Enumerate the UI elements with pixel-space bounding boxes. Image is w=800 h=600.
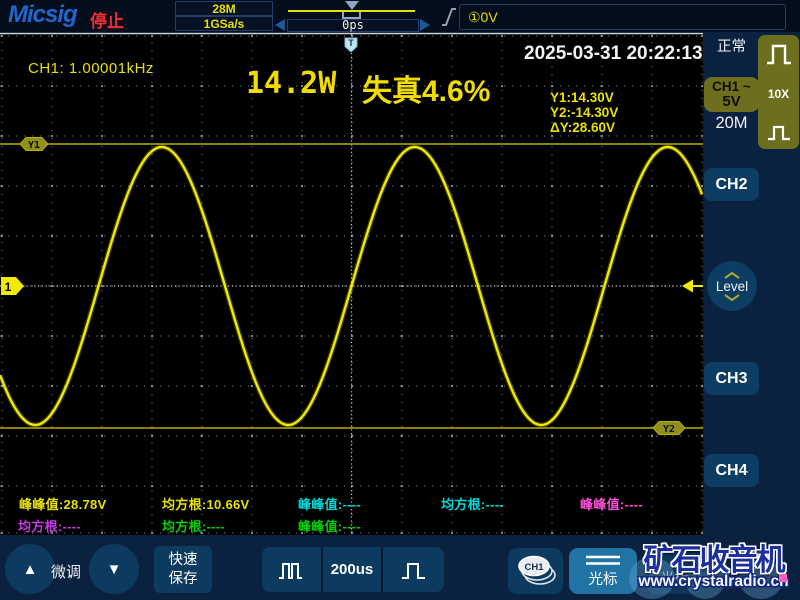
acquisition-info-box[interactable]: 28M 1GSa/s	[175, 1, 273, 31]
cursor-dy-value: ΔY:28.60V	[550, 120, 615, 135]
channel1-scale: 5V	[722, 93, 741, 110]
trigger-position-marker-icon[interactable]	[345, 1, 359, 10]
pulse-double-icon	[278, 562, 302, 579]
measurement-item: 均方根:----	[162, 519, 226, 534]
measurement-item: 峰峰值:----	[298, 519, 362, 534]
measurement-item: 峰峰值:----	[580, 497, 644, 512]
trigger-source-ch1-icon: CH1	[517, 555, 556, 585]
fine-tune-up-button[interactable]: ▲	[5, 544, 55, 594]
channel4-button[interactable]: CH4	[704, 454, 759, 487]
trigger-slope-icon[interactable]	[440, 5, 458, 29]
cursor-button-label: 光标	[588, 571, 618, 588]
trigger-level-arrow[interactable]	[682, 279, 693, 293]
measurement-item: 峰峰值:28.78V	[19, 497, 107, 512]
cursor-button-secondary[interactable]: 光标	[647, 548, 702, 594]
distortion-readout: 失真4.6%	[362, 75, 491, 108]
chevron-down-icon	[724, 293, 740, 301]
level-button-label: Level	[715, 278, 749, 294]
measurement-row-2: 均方根:---- 均方根:---- 峰峰值:----	[0, 516, 703, 534]
ch1-frequency-readout: CH1: 1.00001kHz	[28, 60, 154, 77]
cursor-values-readout: Y1:14.30V Y2:-14.30V ΔY:28.60V	[550, 90, 618, 135]
cursor-y2-tag-label: Y2	[663, 424, 675, 435]
pulse-high-icon	[766, 44, 791, 65]
measurement-item: 均方根:----	[441, 497, 505, 512]
timebase-control-group: 200us	[262, 547, 444, 592]
trigger-time-marker-label: T	[348, 38, 354, 48]
triangle-up-icon: ▲	[22, 560, 38, 578]
bottom-toolbar: ▲ 微调 ▼ 快速 保存 200us CH1 光标 光标 矿石收音机 www.c…	[0, 535, 800, 600]
pulse-single-icon	[401, 562, 425, 579]
channel1-marker-label: 1	[5, 280, 12, 294]
sample-rate-value: 1GSa/s	[175, 16, 273, 31]
channel1-label: CH1 ~	[712, 79, 751, 94]
probe-attenuation-panel[interactable]: 10X	[758, 35, 799, 149]
memory-depth-value: 28M	[175, 1, 273, 16]
measurement-item: 均方根:----	[18, 519, 82, 534]
cursor-y2-value: Y2:-14.30V	[550, 105, 619, 120]
timebase-zoom-in-button[interactable]	[383, 547, 444, 592]
cursor-y1-tag-label: Y1	[28, 140, 40, 151]
fine-tune-down-button[interactable]: ▼	[89, 544, 139, 594]
cursor-button2-label: 光标	[660, 570, 689, 586]
chevron-up-icon	[724, 271, 740, 279]
triangle-down-icon: ▼	[106, 560, 122, 578]
quick-save-label-line2: 保存	[168, 570, 198, 587]
measurement-item: 均方根:10.66V	[162, 497, 250, 512]
channel3-button[interactable]: CH3	[704, 362, 759, 395]
pulse-low-icon	[767, 125, 790, 141]
cursor-button-active[interactable]: 光标	[569, 548, 637, 594]
waveform-display[interactable]: Y1 Y2 1 T CH1: 1.00001kHz 14.2W 失真4.6% 2…	[0, 32, 703, 535]
trigger-level-button[interactable]: Level	[707, 261, 757, 311]
power-readout: 14.2W	[246, 66, 337, 101]
bandwidth-limit-label: 20M	[715, 114, 748, 132]
channel-sidebar: 正常 10X CH1 ~ 5V 20M CH2 Level CH3 CH4	[703, 32, 800, 535]
svg-text:CH1: CH1	[524, 562, 544, 573]
oscilloscope-screen: Micsig 停止 28M 1GSa/s 0ps ①0V Y1 Y2 1 T C…	[0, 0, 800, 600]
trigger-delay-value[interactable]: 0ps	[287, 19, 419, 32]
channel2-button[interactable]: CH2	[704, 168, 759, 201]
quick-save-button[interactable]: 快速 保存	[154, 546, 212, 593]
watermark-bubble	[739, 559, 783, 599]
timebase-value[interactable]: 200us	[321, 547, 383, 592]
trigger-source-button[interactable]: CH1	[508, 548, 563, 594]
run-state-label: 停止	[90, 12, 124, 31]
measurement-row-1: 峰峰值:28.78V 均方根:10.66V 峰峰值:---- 均方根:---- 峰峰值:…	[0, 494, 703, 512]
quick-save-label-line1: 快速	[168, 551, 198, 568]
watermark-pink-square	[779, 574, 787, 582]
scroll-left-icon[interactable]	[275, 19, 285, 31]
cursor-lines-icon	[586, 555, 620, 565]
trigger-info-box[interactable]: ①0V	[459, 4, 786, 30]
probe-attenuation-value: 10X	[767, 87, 790, 101]
top-status-bar: Micsig 停止 28M 1GSa/s 0ps ①0V	[0, 0, 800, 32]
trigger-level-value: ①0V	[468, 9, 498, 25]
scroll-right-icon[interactable]	[420, 19, 430, 31]
brand-logo: Micsig	[8, 1, 78, 28]
channel1-button[interactable]: CH1 ~ 5V	[704, 77, 759, 112]
cursor-y1-value: Y1:14.30V	[550, 90, 614, 105]
datetime-readout: 2025-03-31 20:22:13	[524, 43, 703, 64]
fine-tune-label: 微调	[51, 564, 82, 581]
measurement-item: 峰峰值:----	[298, 497, 362, 512]
trigger-mode-label: 正常	[717, 39, 746, 55]
timebase-zoom-out-button[interactable]	[262, 547, 321, 592]
